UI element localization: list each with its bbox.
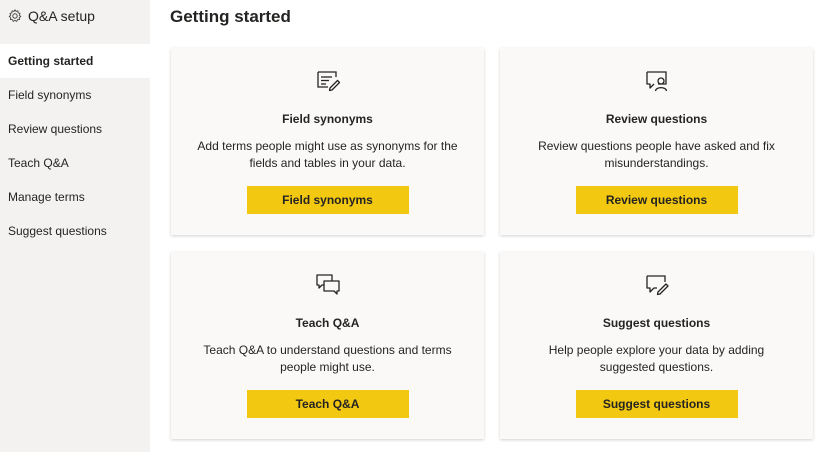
main-content: Getting started Field synonyms Add terms… [150, 0, 824, 452]
card-title: Suggest questions [602, 316, 711, 330]
card-description: Teach Q&A to understand questions and te… [203, 343, 452, 374]
teach-qa-button[interactable]: Teach Q&A [246, 390, 409, 418]
sidebar-item-teach-qa[interactable]: Teach Q&A [0, 146, 150, 180]
review-questions-button[interactable]: Review questions [575, 186, 738, 214]
field-synonyms-button[interactable]: Field synonyms [246, 186, 409, 214]
card-teach-qa: Teach Q&A Teach Q&A to understand questi… [171, 252, 484, 439]
card-title: Teach Q&A [295, 316, 360, 330]
card-review-questions: Review questions Review questions people… [500, 48, 813, 235]
page-title: Getting started [170, 7, 291, 26]
card-description: Add terms people might use as synonyms f… [197, 139, 458, 170]
card-description: Help people explore your data by adding … [548, 343, 765, 374]
sidebar-item-manage-terms[interactable]: Manage terms [0, 180, 150, 214]
chat-pencil-icon [644, 272, 670, 298]
sidebar-item-review-questions[interactable]: Review questions [0, 112, 150, 146]
card-suggest-questions: Suggest questions Help people explore yo… [500, 252, 813, 439]
card-title: Review questions [605, 112, 708, 126]
pencil-note-icon [315, 68, 341, 94]
suggest-questions-button[interactable]: Suggest questions [575, 390, 738, 418]
sidebar: Q&A setup Getting started Field synonyms… [0, 0, 150, 452]
card-title: Field synonyms [282, 112, 373, 126]
conversation-icon [315, 272, 341, 298]
sidebar-header: Q&A setup [0, 0, 150, 32]
sidebar-item-suggest-questions[interactable]: Suggest questions [0, 214, 150, 248]
card-description: Review questions people have asked and f… [538, 139, 775, 170]
person-chat-icon [644, 68, 670, 94]
sidebar-item-field-synonyms[interactable]: Field synonyms [0, 78, 150, 112]
gear-icon [8, 9, 22, 23]
card-field-synonyms: Field synonyms Add terms people might us… [171, 48, 484, 235]
sidebar-nav: Getting started Field synonyms Review qu… [0, 44, 150, 248]
sidebar-title: Q&A setup [28, 8, 95, 24]
sidebar-item-getting-started[interactable]: Getting started [0, 44, 150, 78]
